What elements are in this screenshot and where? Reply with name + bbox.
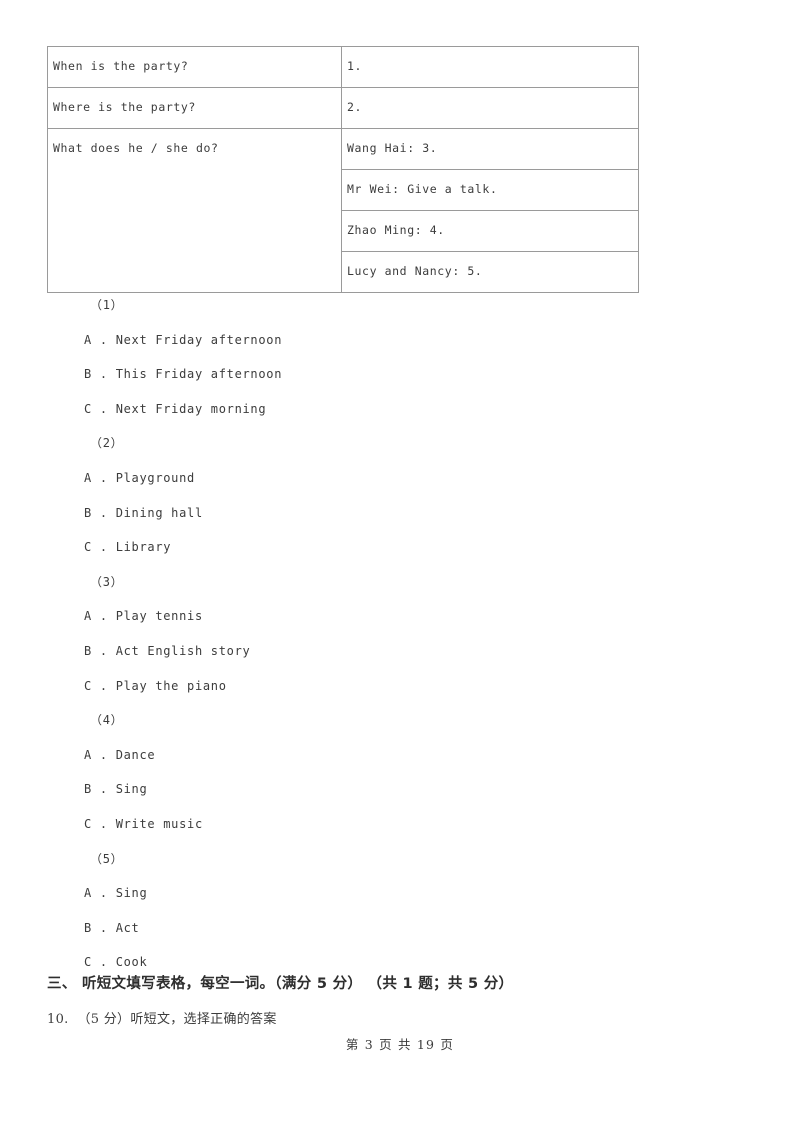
question-marker-3: （3） xyxy=(90,574,124,589)
table-cell-question-merged: What does he / she do? xyxy=(47,128,342,293)
table-cell-answer-text: Wang Hai: 3. xyxy=(347,141,438,155)
table-row: What does he / she do? Wang Hai: 3. xyxy=(47,128,639,293)
option-2-a[interactable]: A . Playground xyxy=(0,461,800,496)
multiple-choice-block: （1） A . Next Friday afternoon B . This F… xyxy=(0,288,800,980)
option-2-b[interactable]: B . Dining hall xyxy=(0,496,800,531)
listening-info-table: When is the party? 1. Where is the party… xyxy=(47,46,639,293)
option-1-b[interactable]: B . This Friday afternoon xyxy=(0,357,800,392)
option-1-a[interactable]: A . Next Friday afternoon xyxy=(0,323,800,358)
table-cell-answer: Zhao Ming: 4. xyxy=(341,210,639,252)
page-footer: 第 3 页 共 19 页 xyxy=(345,1037,455,1052)
question-marker-1: （1） xyxy=(90,298,124,312)
option-3-a[interactable]: A . Play tennis xyxy=(0,599,800,634)
option-5-b[interactable]: B . Act xyxy=(0,911,800,946)
question-stem-10: 10. （5 分）听短文，选择正确的答案 xyxy=(47,1012,277,1027)
table-row: Where is the party? 2. xyxy=(47,87,639,129)
table-cell-answer: Lucy and Nancy: 5. xyxy=(341,251,639,293)
table-cell-answer-text: 2. xyxy=(347,100,363,114)
table-cell-answer-text: 1. xyxy=(347,59,363,73)
option-3-b[interactable]: B . Act English story xyxy=(0,634,800,669)
section-heading: 三、 听短文填写表格，每空一词。（满分 5 分） （共 1 题；共 5 分） xyxy=(47,976,514,992)
table-cell-answer: Wang Hai: 3. xyxy=(341,128,639,170)
table-cell-answer: 2. xyxy=(341,87,639,129)
question-marker-2: （2） xyxy=(90,436,124,451)
question-marker-5: （5） xyxy=(90,851,124,866)
option-4-c[interactable]: C . Write music xyxy=(0,807,800,842)
table-row: When is the party? 1. xyxy=(47,46,639,88)
question-marker-4: （4） xyxy=(90,713,124,728)
option-4-b[interactable]: B . Sing xyxy=(0,772,800,807)
document-page: When is the party? 1. Where is the party… xyxy=(0,0,800,1132)
table-cell-answer: Mr Wei: Give a talk. xyxy=(341,169,639,211)
table-cell-answer-text: Lucy and Nancy: 5. xyxy=(347,264,483,278)
table-cell-question-text: Where is the party? xyxy=(53,100,196,114)
table-cell-answer-text: Mr Wei: Give a talk. xyxy=(347,182,498,196)
option-4-a[interactable]: A . Dance xyxy=(0,738,800,773)
option-1-c[interactable]: C . Next Friday morning xyxy=(0,392,800,427)
table-cell-answer: 1. xyxy=(341,46,639,88)
table-cell-question: Where is the party? xyxy=(47,87,342,129)
table-cell-question-text: What does he / she do? xyxy=(53,141,219,155)
table-cell-answer-text: Zhao Ming: 4. xyxy=(347,223,445,237)
option-2-c[interactable]: C . Library xyxy=(0,530,800,565)
table-cell-question: When is the party? xyxy=(47,46,342,88)
option-5-a[interactable]: A . Sing xyxy=(0,876,800,911)
option-3-c[interactable]: C . Play the piano xyxy=(0,669,800,704)
table-cell-question-text: When is the party? xyxy=(53,59,189,73)
